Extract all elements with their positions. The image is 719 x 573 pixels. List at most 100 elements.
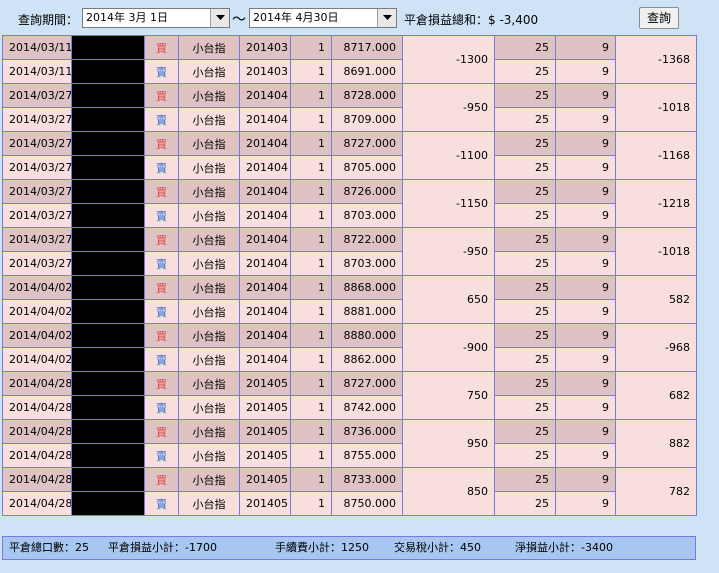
net-cell: -1218 [615,179,697,228]
table-row: 2014/03/11 賣小台指 201403 1 8691.000 25 9 [2,59,697,84]
tax-cell: 9 [555,347,616,372]
sell-label: 賣 [156,353,167,367]
qty-cell: 1 [290,371,332,396]
month-cell: 201404 [239,155,291,180]
tax-cell: 9 [555,491,616,516]
pl-cell: 950 [402,419,495,468]
table-row: 2014/03/27 買小台指 201404 1 8727.000 -1100 25 9 -11… [2,131,697,180]
fee-cell: 25 [494,371,556,396]
table-row: 2014/04/02 賣小台指 201404 1 8881.000 25 9 [2,299,697,324]
date-cell: 2014/04/28 [2,467,72,492]
product-cell: 小台指 [178,491,240,516]
date-cell: 2014/03/27 [2,155,72,180]
chevron-down-icon[interactable] [210,9,229,27]
buy-label: 買 [156,329,167,343]
price-cell: 8722.000 [331,227,403,252]
date-cell: 2014/03/27 [2,107,72,132]
qty-cell: 1 [290,59,332,84]
net-cell: -1368 [615,35,697,84]
sell-label: 賣 [156,161,167,175]
net-cell: 582 [615,275,697,324]
fee-cell: 25 [494,299,556,324]
date-cell: 2014/04/28 [2,491,72,516]
month-cell: 201404 [239,227,291,252]
fee-cell: 25 [494,275,556,300]
fee-cell: 25 [494,491,556,516]
table-row: 2014/03/11 買小台指 201403 1 8717.000 -1300 25 9 -13… [2,35,697,84]
query-button[interactable]: 查詢 [639,7,679,29]
product-cell: 小台指 [178,35,240,60]
name-cell [71,491,145,516]
fee-cell: 25 [494,35,556,60]
tax-cell: 9 [555,371,616,396]
side-cell: 買 [144,467,179,492]
net-cell: -1168 [615,131,697,180]
end-date-select[interactable]: 2014年 4月30日 [249,8,397,28]
end-date-value: 2014年 4月30日 [253,11,339,24]
price-cell: 8733.000 [331,467,403,492]
month-cell: 201405 [239,395,291,420]
table-row: 2014/04/28 賣小台指 201405 1 8742.000 25 9 [2,395,697,420]
name-cell [71,131,145,156]
product-cell: 小台指 [178,299,240,324]
product-cell: 小台指 [178,467,240,492]
date-cell: 2014/04/02 [2,275,72,300]
month-cell: 201404 [239,107,291,132]
buy-label: 買 [156,377,167,391]
date-cell: 2014/04/28 [2,395,72,420]
date-cell: 2014/04/02 [2,347,72,372]
price-cell: 8880.000 [331,323,403,348]
table-row: 2014/03/27 賣小台指 201404 1 8703.000 25 9 [2,251,697,276]
tax-cell: 9 [555,275,616,300]
name-cell [71,155,145,180]
month-cell: 201405 [239,419,291,444]
tax-cell: 9 [555,227,616,252]
tax-cell: 9 [555,107,616,132]
tax-cell: 9 [555,395,616,420]
side-cell: 買 [144,179,179,204]
net-cell: -1018 [615,227,697,276]
date-cell: 2014/03/27 [2,131,72,156]
side-cell: 賣 [144,59,179,84]
name-cell [71,347,145,372]
side-cell: 賣 [144,107,179,132]
name-cell [71,179,145,204]
tax-cell: 9 [555,83,616,108]
pl-cell: -1100 [402,131,495,180]
tax-cell: 9 [555,467,616,492]
date-cell: 2014/04/28 [2,419,72,444]
fee-cell: 25 [494,395,556,420]
name-cell [71,419,145,444]
price-cell: 8691.000 [331,59,403,84]
month-cell: 201404 [239,83,291,108]
table-row: 2014/03/27 賣小台指 201404 1 8703.000 25 9 [2,203,697,228]
fee-cell: 25 [494,155,556,180]
sell-label: 賣 [156,497,167,511]
chevron-down-icon[interactable] [377,9,396,27]
query-bar: 查詢期間： 2014年 3月 1日 ～ 2014年 4月30日 平倉損益總和：$… [0,0,719,36]
tax-subtotal: 交易稅小計：450 [394,541,481,554]
price-cell: 8703.000 [331,203,403,228]
price-cell: 8703.000 [331,251,403,276]
sell-label: 賣 [156,113,167,127]
sell-label: 賣 [156,209,167,223]
buy-label: 買 [156,137,167,151]
total-lots: 平倉總口數：25 [9,541,89,554]
name-cell [71,59,145,84]
side-cell: 賣 [144,347,179,372]
fee-cell: 25 [494,59,556,84]
month-cell: 201404 [239,131,291,156]
sell-label: 賣 [156,449,167,463]
name-cell [71,275,145,300]
product-cell: 小台指 [178,371,240,396]
month-cell: 201404 [239,299,291,324]
buy-label: 買 [156,89,167,103]
buy-label: 買 [156,41,167,55]
start-date-select[interactable]: 2014年 3月 1日 [82,8,230,28]
pl-cell: -900 [402,323,495,372]
table-row: 2014/04/28 賣小台指 201405 1 8750.000 25 9 [2,491,697,516]
name-cell [71,35,145,60]
summary-bar: 平倉總口數：25 平倉損益小計：-1700 手續費小計：1250 交易稅小計：4… [2,536,696,560]
qty-cell: 1 [290,83,332,108]
date-cell: 2014/03/27 [2,227,72,252]
